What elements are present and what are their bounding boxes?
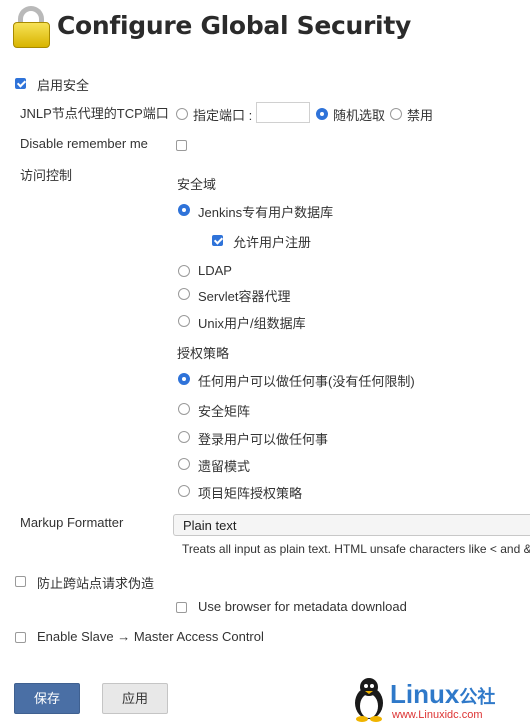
- auth-logged-in-radio[interactable]: [178, 431, 190, 443]
- realm-servlet-label: Servlet容器代理: [198, 289, 291, 304]
- watermark-suffix: 公社: [459, 687, 496, 707]
- allow-signup-checkbox[interactable]: [212, 235, 223, 246]
- markup-formatter-label: Markup Formatter: [20, 515, 124, 530]
- realm-unix-label: Unix用户/组数据库: [198, 316, 306, 331]
- lock-icon: [13, 22, 50, 48]
- jnlp-random-label: 随机选取: [333, 108, 386, 123]
- access-control-label: 访问控制: [20, 168, 73, 183]
- jnlp-port-input[interactable]: [256, 102, 310, 123]
- slave-access-control-label: Enable Slave → Master Access Control: [37, 629, 264, 644]
- realm-ldap-radio[interactable]: [178, 265, 190, 277]
- jnlp-random-radio[interactable]: [316, 108, 328, 120]
- auth-project-matrix-label: 项目矩阵授权策略: [198, 486, 303, 501]
- page-title: Configure Global Security: [57, 11, 411, 40]
- realm-ldap-label: LDAP: [198, 263, 232, 278]
- jnlp-port-label: JNLP节点代理的TCP端口: [20, 106, 169, 121]
- auth-anyone-radio[interactable]: [178, 373, 190, 385]
- security-realm-heading: 安全域: [177, 177, 217, 192]
- jnlp-disable-radio[interactable]: [390, 108, 402, 120]
- metadata-download-checkbox[interactable]: [176, 602, 187, 613]
- auth-legacy-label: 遗留模式: [198, 459, 251, 474]
- remember-me-checkbox[interactable]: [176, 140, 187, 151]
- jnlp-fixed-port-label: 指定端口 :: [193, 108, 253, 123]
- auth-project-matrix-radio[interactable]: [178, 485, 190, 497]
- watermark-brand: Linux: [390, 679, 460, 709]
- realm-servlet-radio[interactable]: [178, 288, 190, 300]
- remember-me-label: Disable remember me: [20, 136, 148, 151]
- save-button[interactable]: 保存: [14, 683, 80, 714]
- realm-jenkins-label: Jenkins专有用户数据库: [198, 205, 334, 220]
- jnlp-fixed-port-radio[interactable]: [176, 108, 188, 120]
- auth-logged-in-label: 登录用户可以做任何事: [198, 432, 329, 447]
- metadata-download-label: Use browser for metadata download: [198, 599, 407, 614]
- allow-signup-label: 允许用户注册: [233, 235, 312, 250]
- markup-formatter-description: Treats all input as plain text. HTML uns…: [182, 542, 530, 556]
- markup-formatter-select[interactable]: Plain text: [173, 514, 530, 536]
- realm-jenkins-radio[interactable]: [178, 204, 190, 216]
- auth-legacy-radio[interactable]: [178, 458, 190, 470]
- enable-security-label: 启用安全: [37, 78, 90, 93]
- watermark-logo: Linux公社 www.Linuxidc.com: [350, 676, 526, 724]
- auth-matrix-radio[interactable]: [178, 403, 190, 415]
- penguin-icon: [355, 678, 383, 722]
- realm-unix-radio[interactable]: [178, 315, 190, 327]
- enable-security-checkbox[interactable]: [15, 78, 26, 89]
- auth-matrix-label: 安全矩阵: [198, 404, 251, 419]
- csrf-label: 防止跨站点请求伪造: [37, 576, 155, 591]
- apply-button[interactable]: 应用: [102, 683, 168, 714]
- jnlp-disable-label: 禁用: [407, 108, 434, 123]
- authorization-heading: 授权策略: [177, 346, 230, 361]
- watermark-url: www.Linuxidc.com: [392, 709, 483, 721]
- csrf-checkbox[interactable]: [15, 576, 26, 587]
- slave-access-control-checkbox[interactable]: [15, 632, 26, 643]
- auth-anyone-label: 任何用户可以做任何事(没有任何限制): [198, 374, 415, 389]
